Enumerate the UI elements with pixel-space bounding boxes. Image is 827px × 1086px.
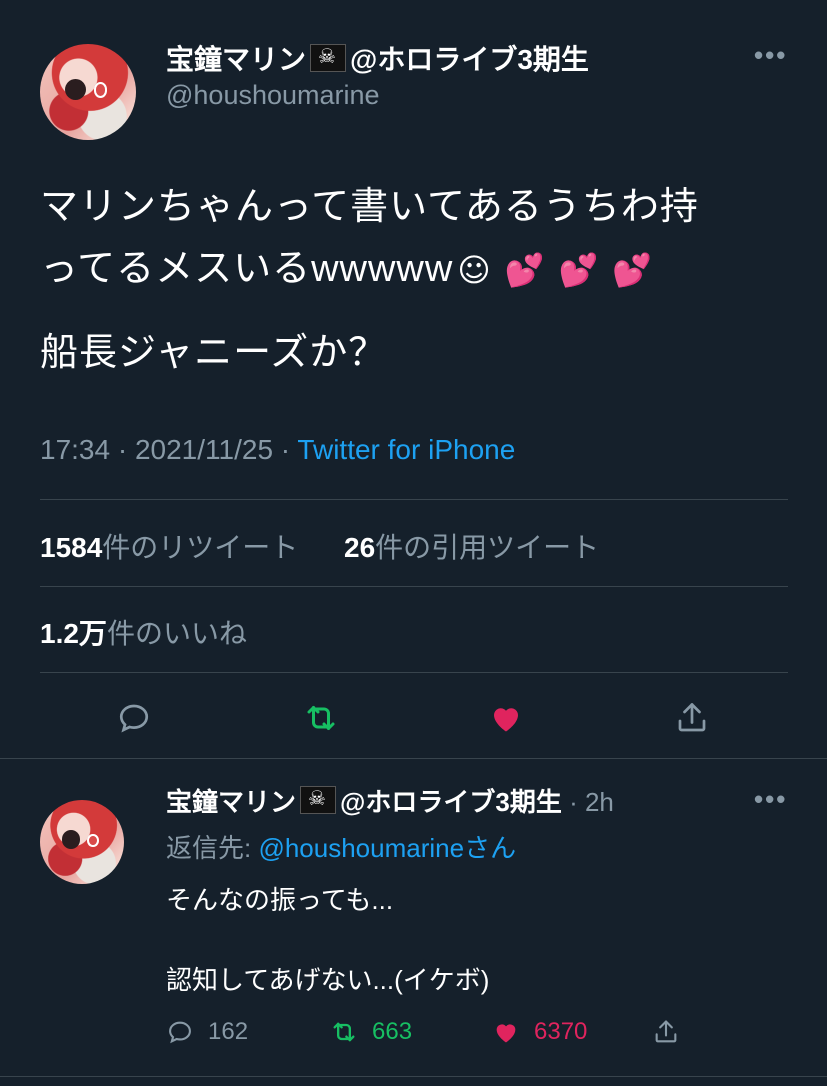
likes-stat[interactable]: 1.2万件のいいね (40, 612, 247, 652)
divider (0, 758, 827, 759)
reply-to-mention[interactable]: @houshoumarine (258, 833, 464, 863)
pirate-flag-icon (310, 44, 347, 72)
quotes-stat[interactable]: 26件の引用ツイート (344, 526, 599, 566)
tweet-text-line: ってるメスいるwwwww ☺💕💕💕 (40, 238, 800, 301)
like-button[interactable] (482, 694, 530, 742)
retweet-button[interactable] (297, 694, 345, 742)
reply-avatar[interactable] (40, 800, 124, 884)
reply-share-button[interactable] (652, 1018, 680, 1046)
reply-age: 2h (584, 787, 614, 817)
tweet-text: マリンちゃんって書いてあるうちわ持 ってるメスいるwwwww ☺💕💕💕 (40, 176, 800, 301)
reply-to-line: 返信先: @houshoumarineさん (166, 833, 517, 863)
reply-reply-button[interactable]: 162 (166, 1018, 248, 1046)
like-count: 6370 (534, 1018, 588, 1045)
share-icon (655, 1020, 677, 1043)
reply-like-button[interactable]: 6370 (492, 1018, 587, 1046)
share-button[interactable] (668, 694, 716, 742)
author-name[interactable]: 宝鐘マリン@ホロライブ3期生 (166, 38, 589, 78)
tweet-detail-page: 宝鐘マリン@ホロライブ3期生 @houshoumarine ••• マリンちゃん… (0, 0, 827, 1086)
tweet-meta: 17:34 · 2021/11/25 · Twitter for iPhone (40, 434, 516, 465)
reply-count: 162 (208, 1018, 249, 1045)
tweet-source-link[interactable]: Twitter for iPhone (297, 434, 515, 465)
divider (40, 672, 788, 673)
share-icon (678, 703, 706, 732)
retweet-icon (307, 706, 335, 730)
tweet-text-line: 船長ジャニーズか？ (40, 332, 388, 374)
reply-author-name[interactable]: 宝鐘マリン@ホロライブ3期生 · 2h (166, 782, 614, 819)
tweet-date: 2021/11/25 (134, 434, 274, 465)
author-handle[interactable]: @houshoumarine (166, 80, 380, 111)
tweet-text-line: マリンちゃんって書いてあるうちわ持 (40, 186, 699, 228)
pirate-flag-icon (300, 786, 337, 814)
reply-text-line: そんなの振っても... (166, 885, 394, 915)
reply-button[interactable] (110, 694, 158, 742)
reply-icon (119, 704, 149, 733)
divider (40, 499, 788, 500)
tweet-emojis: ☺💕💕💕 (457, 251, 667, 289)
avatar[interactable] (40, 44, 136, 140)
reply-retweet-button[interactable]: 663 (330, 1018, 412, 1046)
reply-icon (169, 1021, 191, 1044)
tweet-time: 17:34 (40, 434, 111, 465)
retweet-icon (333, 1022, 355, 1042)
retweets-stat[interactable]: 1584件のリツイート (40, 526, 298, 566)
more-options-icon[interactable]: ••• (754, 40, 787, 71)
heart-icon (496, 1024, 516, 1043)
divider (40, 586, 788, 587)
reply-more-options-icon[interactable]: ••• (754, 784, 787, 815)
divider (0, 1076, 827, 1077)
retweet-count: 663 (372, 1018, 413, 1045)
heart-icon (494, 708, 518, 732)
reply-text-line: 認知してあげない...(イケボ) (166, 965, 490, 995)
